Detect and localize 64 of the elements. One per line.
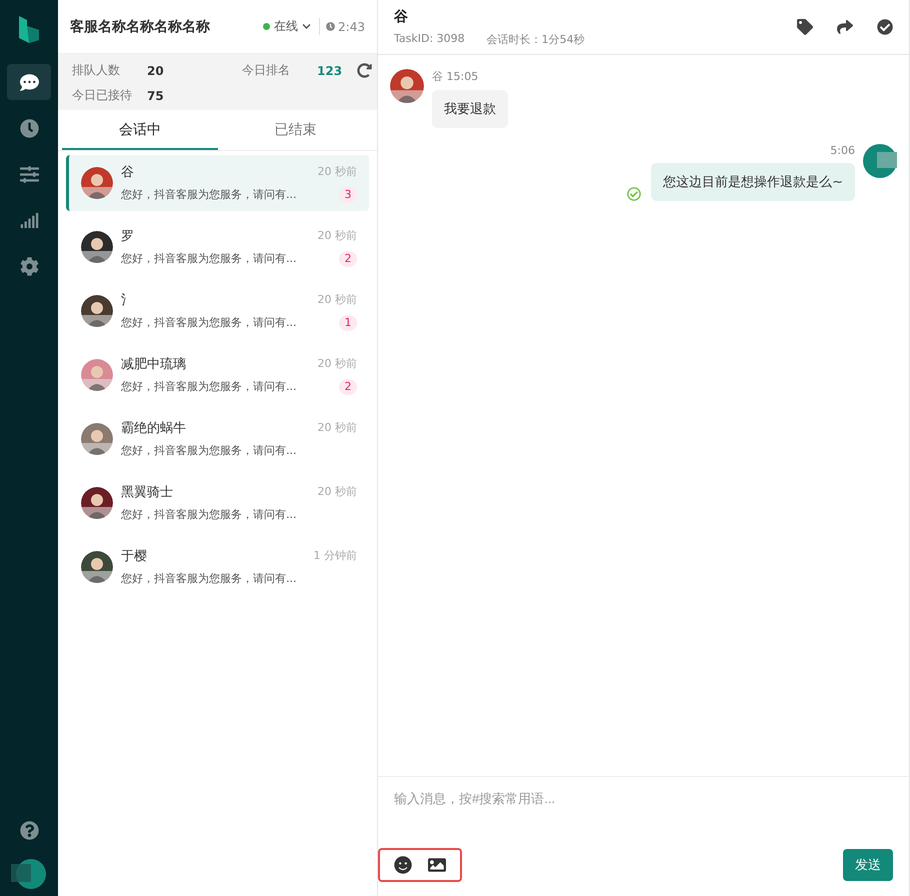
chat-icon[interactable] [7, 64, 51, 100]
session-timer: 2:43 [326, 20, 365, 34]
stat-value: 123 [317, 64, 344, 78]
conversation-item[interactable]: 黑翼骑士 20 秒前 您好，抖音客服为您服务，请问有... [66, 475, 369, 531]
agent-avatar [863, 144, 897, 178]
message-time: 20 秒前 [318, 484, 357, 499]
message-bubble: 您这边目前是想操作退款是么~ [651, 163, 855, 201]
message-meta: 5:06 [830, 144, 855, 157]
emoji-icon[interactable] [394, 856, 412, 874]
stat-label: 今日已接待 [72, 87, 133, 104]
status-dot [263, 23, 270, 30]
contact-name: 黑翼骑士 [121, 484, 173, 500]
contact-name: 谷 [121, 164, 134, 180]
conversation-item[interactable]: 谷 20 秒前 您好，抖音客服为您服务，请问有... 3 [66, 155, 369, 211]
contact-name: 霸绝的蜗牛 [121, 420, 186, 436]
chat-duration: 会话时长：1分54秒 [486, 32, 585, 46]
stat-label: 今日排名 [242, 62, 291, 79]
agent-name: 客服名称名称名称名称 [70, 18, 211, 36]
conversation-item[interactable]: 罗 20 秒前 您好，抖音客服为您服务，请问有... 2 [66, 219, 369, 275]
unread-count: 3 [339, 186, 357, 202]
send-button[interactable]: 发送 [843, 849, 893, 881]
conversation-item[interactable]: 于樱 1 分钟前 您好，抖音客服为您服务，请问有... [66, 539, 369, 595]
contact-name: 罗 [121, 228, 134, 244]
message-time: 20 秒前 [318, 228, 357, 243]
unread-count: 2 [339, 250, 357, 266]
message-preview: 您好，抖音客服为您服务，请问有... [121, 187, 296, 202]
message-time: 20 秒前 [318, 292, 357, 307]
message-preview: 您好，抖音客服为您服务，请问有... [121, 507, 296, 522]
chat-title: 谷 [394, 8, 409, 26]
message-time: 20 秒前 [318, 164, 357, 179]
refresh-icon[interactable] [357, 63, 372, 78]
message-meta: 谷 15:05 [432, 69, 478, 84]
stat-label: 排队人数 [72, 62, 121, 79]
chevron-icon [302, 22, 312, 31]
conversation-item[interactable]: 氵 20 秒前 您好，抖音客服为您服务，请问有... 1 [66, 283, 369, 339]
message-preview: 您好，抖音客服为您服务，请问有... [121, 379, 296, 394]
message-preview: 您好，抖音客服为您服务，请问有... [121, 315, 296, 330]
tag-icon[interactable] [797, 19, 813, 35]
status-dropdown[interactable]: 在线 [263, 18, 320, 35]
logo-icon [17, 14, 41, 44]
message-bubble: 我要退款 [432, 90, 508, 128]
unread-count: 2 [339, 378, 357, 394]
image-icon[interactable] [428, 856, 446, 874]
conversation-item[interactable]: 减肥中琉璃 20 秒前 您好，抖音客服为您服务，请问有... 2 [66, 347, 369, 403]
contact-name: 减肥中琉璃 [121, 356, 186, 372]
message-time: 20 秒前 [318, 420, 357, 435]
forward-icon[interactable] [837, 19, 853, 35]
message-preview: 您好，抖音客服为您服务，请问有... [121, 443, 296, 458]
message-preview: 您好，抖音客服为您服务，请问有... [121, 251, 296, 266]
message-time: 20 秒前 [318, 356, 357, 371]
task-id: TaskID: 3098 [394, 32, 465, 46]
user-avatar[interactable] [11, 858, 47, 890]
contact-name: 于樱 [121, 548, 147, 564]
stat-value: 75 [147, 88, 165, 102]
unread-count: 1 [339, 314, 357, 330]
clock-icon [326, 22, 336, 31]
conversation-item[interactable]: 霸绝的蜗牛 20 秒前 您好，抖音客服为您服务，请问有... [66, 411, 369, 467]
tab[interactable]: 会话中 [62, 110, 218, 150]
message-preview: 您好，抖音客服为您服务，请问有... [121, 571, 296, 586]
message-time: 1 分钟前 [314, 548, 357, 563]
tab[interactable]: 已结束 [218, 110, 373, 150]
contact-name: 氵 [121, 292, 134, 308]
stat-value: 20 [147, 64, 165, 78]
message-input[interactable]: 输入消息，按#搜索常用语... [378, 787, 893, 809]
